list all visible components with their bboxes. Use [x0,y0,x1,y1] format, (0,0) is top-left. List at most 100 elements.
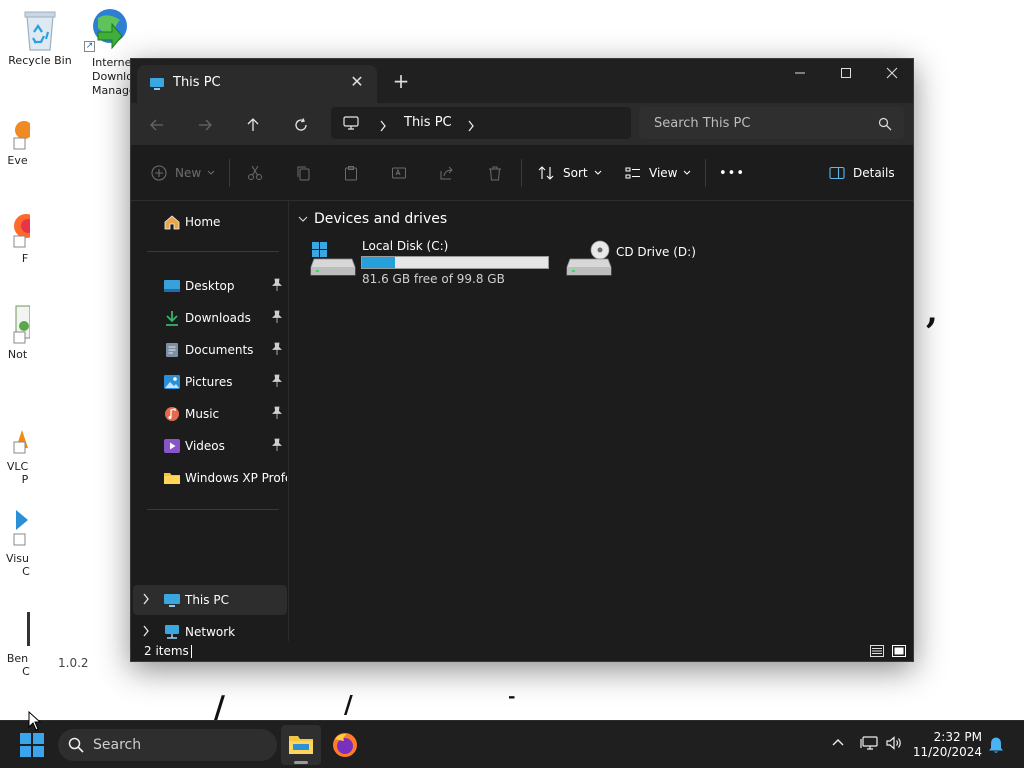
taskbar-search[interactable] [58,729,277,761]
chevron-right-icon[interactable] [142,625,150,640]
pin-icon[interactable] [271,406,283,423]
up-arrow-icon [247,118,259,131]
back-button[interactable] [143,111,171,139]
paste-button[interactable] [343,159,359,187]
sidebar-item-windows-xp-folder[interactable]: Windows XP Profes [133,463,287,493]
chevron-right-icon[interactable] [379,117,387,136]
devices-and-drives-group[interactable]: Devices and drives [298,211,447,227]
sidebar-item-music[interactable]: Music [133,399,287,429]
tab-close-button[interactable]: ✕ [347,72,367,91]
up-button[interactable] [239,111,267,139]
pin-icon[interactable] [271,310,283,327]
windows-logo-icon [20,733,44,757]
status-bar: 2 items [131,641,913,661]
drive-capacity-bar [361,256,549,269]
maximize-button[interactable] [823,59,869,89]
pictures-icon [163,374,181,390]
sidebar-item-this-pc[interactable]: This PC [133,585,287,615]
sort-icon [538,166,554,180]
sort-button[interactable]: Sort [537,159,602,187]
details-view-icon [870,645,884,657]
details-view-button[interactable] [869,643,885,659]
pin-icon[interactable] [271,342,283,359]
details-pane-icon [829,166,845,180]
trash-icon [489,166,501,181]
forward-arrow-icon [199,119,212,131]
taskbar-clock[interactable]: 2:32 PM 11/20/2024 [910,730,982,760]
chevron-down-icon [594,170,601,175]
desktop-icon-benchmark[interactable]: Ben C [0,608,30,678]
view-button-label: View [649,166,678,180]
refresh-button[interactable] [287,111,315,139]
large-icons-view-button[interactable] [891,643,907,659]
taskbar-search-input[interactable] [58,729,277,761]
taskbar-firefox[interactable] [325,725,365,765]
desktop-icon-idm[interactable]: ↗ Internet Download Manager [78,6,138,98]
desktop-icon-notepad[interactable]: Not [0,304,30,361]
volume-button[interactable] [885,735,903,755]
search-box[interactable] [639,107,904,139]
desktop-icon-everything[interactable]: Eve [0,110,30,167]
wallpaper-scribble: / [344,690,353,719]
network-status-button[interactable] [860,735,880,755]
desktop-icon-label: Not [7,348,28,361]
chevron-right-icon[interactable] [467,117,475,136]
rename-button[interactable] [391,159,407,187]
details-pane-button[interactable]: Details [829,159,895,187]
close-window-button[interactable] [869,59,913,89]
desktop-icon-recycle-bin[interactable]: Recycle Bin [2,8,78,67]
new-button[interactable]: New [151,159,215,187]
sidebar-item-pictures[interactable]: Pictures [133,367,287,397]
monitor-icon [343,115,359,135]
address-bar[interactable]: This PC [331,107,631,139]
title-bar[interactable]: This PC ✕ + [131,59,913,103]
search-input[interactable] [639,107,904,139]
taskbar-file-explorer[interactable] [281,725,321,765]
sidebar-item-downloads[interactable]: Downloads [133,303,287,333]
version-text: 1.0.2 [58,656,89,670]
sidebar-item-home[interactable]: Home [133,207,287,237]
clipboard-icon [345,166,357,181]
more-options-button[interactable]: ••• [719,159,745,187]
desktop-icon-label: C [22,565,30,578]
minimize-button[interactable] [777,59,823,89]
pin-icon[interactable] [271,278,283,295]
start-button[interactable] [20,733,44,757]
desktop-icon-vlc[interactable]: VLC P [0,428,30,486]
notifications-button[interactable] [988,736,1004,758]
drive-local-disk-c[interactable]: Local Disk (C:) 81.6 GB free of 99.8 GB [310,239,560,287]
pin-icon[interactable] [271,374,283,391]
shortcut-arrow-icon: ↗ [84,41,95,52]
bell-icon [989,737,1003,753]
pin-icon[interactable] [271,438,283,455]
sidebar-item-videos[interactable]: Videos [133,431,287,461]
show-hidden-icons-button[interactable] [830,735,846,755]
chevron-right-icon[interactable] [142,593,150,608]
cut-button[interactable] [247,159,263,187]
everything-icon [13,121,30,150]
desktop-icon-label: Ben [6,652,29,665]
recycle-bin-icon [22,8,58,52]
copy-button[interactable] [295,159,311,187]
tab-title: This PC [173,75,221,90]
tab-this-pc[interactable]: This PC ✕ [137,65,377,103]
content-pane: Devices and drives Local Disk (C:) 81.6 … [290,201,913,641]
delete-button[interactable] [487,159,503,187]
volume-icon [886,736,901,750]
drive-cd-drive-d[interactable]: CD Drive (D:) [566,239,736,287]
sidebar-divider [147,509,279,510]
this-pc-icon [163,592,181,608]
toolbar-divider [705,159,706,187]
sidebar-item-documents[interactable]: Documents [133,335,287,365]
forward-button[interactable] [191,111,219,139]
desktop-icon-label: Recycle Bin [8,54,72,67]
breadcrumb-this-pc[interactable]: This PC [404,115,452,130]
share-button[interactable] [439,159,455,187]
firefox-icon [13,214,30,248]
desktop-icon-visual-studio-code[interactable]: Visu C [0,508,30,578]
view-button[interactable]: View [625,159,691,187]
new-tab-button[interactable]: + [389,69,413,93]
desktop-icon-firefox[interactable]: F [0,208,30,265]
sidebar-item-desktop[interactable]: Desktop [133,271,287,301]
wallpaper-scribble: , [926,292,938,332]
